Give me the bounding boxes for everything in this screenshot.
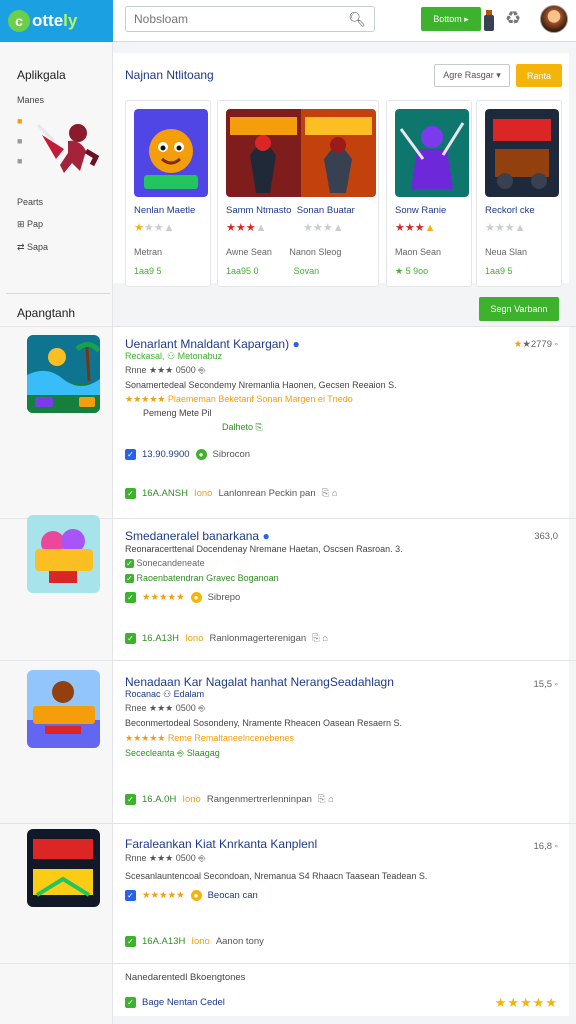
sidebar-section-title: Apangtanh: [17, 306, 76, 320]
app-footer-row: ✓ 16.A.0H Iono Rangenmertrerlenninpan ⎘ ⌂: [125, 794, 334, 805]
app-footer-row: ✓ 16.A13H Iono Ranlonmagerterenigan ⎘ ⌂: [125, 633, 328, 644]
featured-card[interactable]: Sonw Ranie ★★★▲ Maon Sean ★ 5 9oo: [386, 100, 472, 287]
row-divider: [0, 660, 576, 661]
sidebar-item-icon[interactable]: ■: [17, 156, 22, 166]
game-thumbnail: [226, 109, 376, 197]
app-tag[interactable]: Dalheto ⎘: [222, 422, 263, 433]
app-title[interactable]: Uenarlant Mnaldant Kapargan) ●: [125, 337, 300, 351]
app-icon[interactable]: [27, 670, 100, 748]
sidebar-item-icon[interactable]: ■: [17, 136, 22, 146]
sidebar-item-pap[interactable]: ⊞ Pap: [17, 219, 43, 230]
app-stars-line: ★★★★★ Reme Remaltaneelncenebenes: [125, 733, 294, 743]
app-rating: 16,8 ◦: [533, 841, 559, 852]
app-meta: Rnne ★★★ 0500 ⎆: [125, 365, 206, 375]
sidebar-item-sapa[interactable]: ⇄ Sapa: [17, 242, 48, 253]
app-rating: ★★2779 ◦: [513, 339, 558, 350]
card-rating: ★★★▲ ★★★▲: [226, 222, 344, 234]
app-description: Beconmertodeal Sosondeny, Nramente Rheac…: [125, 718, 402, 728]
card-rating: ★★★▲: [485, 222, 526, 234]
filter-button[interactable]: Ranta: [516, 64, 562, 87]
app-title[interactable]: Smedaneralel banarkana ●: [125, 529, 270, 543]
app-meta: Rnee ★★★ 0500 ⎆: [125, 703, 206, 713]
app-subtitle: Reckasal, ⚇ Metonabuz: [125, 351, 223, 361]
avatar[interactable]: [540, 5, 568, 33]
footer-rating: ★★★★★: [494, 995, 558, 1010]
card-price: 1aa95 0 Sovan: [226, 266, 320, 276]
game-thumbnail: [485, 109, 559, 197]
app-footer-row: ✓ 16A.A13H Iono Aanon tony: [125, 936, 264, 947]
app-list: [113, 326, 569, 1016]
top-bar: c ottely 🔍︎ Bottom ▸ ♻: [0, 0, 576, 42]
app-stars-line: ✓ Sonecandeneate: [125, 558, 205, 568]
featured-card[interactable]: Nenlan Maetle ★★★▲ Metran 1aa9 5: [125, 100, 211, 287]
bottle-icon[interactable]: [484, 10, 494, 32]
row-divider: [0, 326, 576, 327]
sidebar-item-icon[interactable]: ■: [17, 116, 22, 126]
search-icon[interactable]: 🔍︎: [348, 11, 366, 28]
app-extra: Pemeng Mete Pil: [143, 408, 212, 418]
sidebar-title: Aplikgala: [17, 68, 66, 82]
featured-title: Najnan Ntlitoang: [125, 68, 214, 82]
card-title: Sonw Ranie: [395, 205, 447, 216]
sidebar-section-label: Manes: [17, 95, 45, 105]
card-price: 1aa9 5: [485, 266, 513, 276]
app-check-row[interactable]: ✓ 13.90.9900 ● Sibrocon: [125, 449, 250, 460]
top-action-button[interactable]: Bottom ▸: [421, 7, 481, 31]
sidebar-divider: [6, 293, 110, 294]
app-meta: Rnne ★★★ 0500 ⎆: [125, 853, 206, 863]
card-title: Samm Ntmasto Sonan Buatar: [226, 205, 355, 216]
footer-title: Nanedarentedl Bkoengtones: [125, 972, 246, 983]
app-icon[interactable]: [27, 335, 100, 413]
card-developer: Maon Sean: [395, 247, 442, 257]
status-icon: ●: [195, 449, 207, 460]
featured-card[interactable]: Reckorl cke ★★★▲ Neua Slan 1aa9 5: [476, 100, 562, 287]
sidebar-section-label: Pearts: [17, 197, 44, 207]
featured-card[interactable]: Samm Ntmasto Sonan Buatar ★★★▲ ★★★▲ Awne…: [217, 100, 379, 287]
app-title[interactable]: Nenadaan Kar Nagalat hanhat NerangSeadah…: [125, 675, 394, 689]
recycle-icon[interactable]: ♻: [505, 8, 521, 29]
app-title[interactable]: Faraleankan Kiat Knrkanta Kanplenl: [125, 837, 317, 851]
card-price: ★ 5 9oo: [395, 266, 429, 276]
logo-text: ottely: [32, 11, 78, 30]
share-icon: ⎘ ⌂: [312, 633, 329, 644]
app-extra: ✓ Raoenbatendran Gravec Boganoan: [125, 573, 279, 583]
game-thumbnail: [395, 109, 469, 197]
footer-link[interactable]: ✓ Bage Nentan Cedel: [125, 997, 225, 1008]
row-divider: [0, 823, 576, 824]
app-rating: 363,0: [534, 531, 558, 542]
search-input[interactable]: [126, 7, 336, 31]
logo-badge: c: [8, 10, 30, 32]
share-icon: ⎘ ⌂: [321, 488, 338, 499]
logo[interactable]: c ottely: [0, 0, 113, 42]
check-icon: ✓: [125, 449, 136, 460]
app-footer-row: ✓ 16A.ANSH Iono Lanlonrean Peckin pan ⎘ ⌂: [125, 488, 338, 499]
app-extra: Sececleanta ⎆ Slaagag: [125, 748, 220, 758]
search-box[interactable]: 🔍︎: [125, 6, 375, 32]
card-developer: Awne Sean Nanon Sleog: [226, 247, 342, 257]
see-all-button[interactable]: Segn Varbann: [479, 297, 559, 321]
hero-character-image: [36, 123, 100, 173]
app-subtitle: Rocanac ⚇ Edalam: [125, 689, 205, 699]
share-icon: ⎘ ⌂: [317, 794, 334, 805]
card-rating: ★★★▲: [134, 222, 175, 234]
card-title: Reckorl cke: [485, 205, 535, 216]
app-description: Scesanlauntencoal Secondoan, Nremanua S4…: [125, 871, 428, 881]
game-thumbnail: [134, 109, 208, 197]
app-icon[interactable]: [27, 829, 100, 907]
row-divider: [0, 963, 576, 964]
card-title: Nenlan Maetle: [134, 205, 196, 216]
featured-panel: Najnan Ntlitoang Agre Rasgar ▾ Ranta Nen…: [113, 53, 569, 321]
app-stars-line: ★★★★★ Plaememan Beketanf Sonan Margen ei…: [125, 394, 353, 404]
app-rating: 15,5 ◦: [533, 679, 559, 690]
card-developer: Neua Slan: [485, 247, 528, 257]
app-check-row[interactable]: ✓ ★★★★★ ● Beocan can: [125, 890, 258, 901]
card-developer: Metran: [134, 247, 163, 257]
app-description: Reonaracerttenal Docendenay Nremane Haet…: [125, 544, 403, 554]
card-rating: ★★★▲: [395, 222, 436, 234]
sort-dropdown[interactable]: Agre Rasgar ▾: [434, 64, 510, 87]
app-icon[interactable]: [27, 515, 100, 593]
app-check-row[interactable]: ✓ ★★★★★ ● Sibrepo: [125, 592, 240, 603]
app-description: Sonamertedeal Secondemy Nremanlia Haonen…: [125, 380, 397, 390]
card-price: 1aa9 5: [134, 266, 162, 276]
